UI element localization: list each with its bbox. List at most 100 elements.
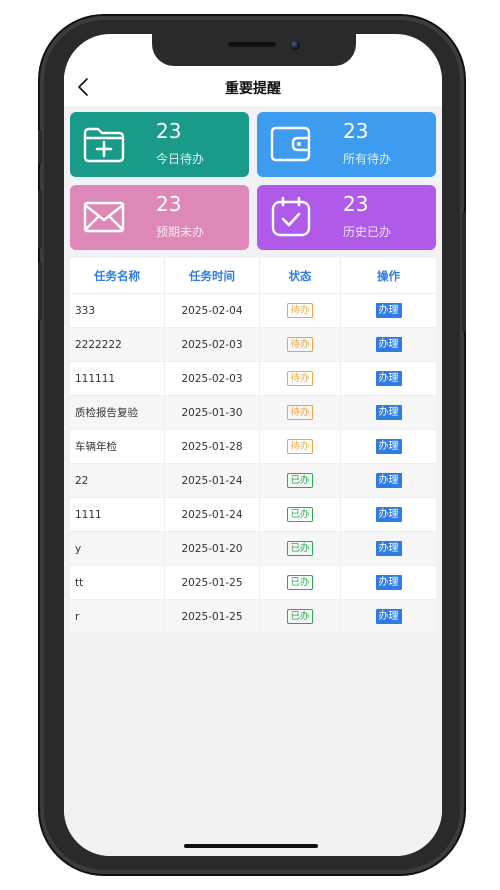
task-name-cell: 质检报告复验	[70, 396, 165, 429]
wallet-icon	[270, 126, 311, 162]
task-time: 2025-02-04	[181, 304, 243, 317]
task-action-cell: 办理	[341, 294, 436, 327]
handle-button[interactable]: 办理	[375, 371, 402, 386]
task-action-cell: 办理	[341, 464, 436, 497]
task-name: tt	[75, 576, 84, 589]
task-name: 111111	[75, 372, 116, 385]
task-time-cell: 2025-01-25	[165, 566, 260, 599]
task-name: 质检报告复验	[75, 407, 138, 419]
handle-button[interactable]: 办理	[375, 337, 402, 352]
table-row: r 2025-01-25 已办 办理	[70, 600, 436, 634]
task-time-cell: 2025-02-04	[165, 294, 260, 327]
task-time: 2025-01-24	[181, 474, 243, 487]
task-time: 2025-02-03	[181, 372, 243, 385]
status-badge: 已办	[287, 473, 313, 488]
table-row: 质检报告复验 2025-01-30 待办 办理	[70, 396, 436, 430]
column-header-status: 状态	[260, 258, 341, 293]
task-name: y	[75, 542, 82, 555]
task-status-cell: 已办	[260, 464, 341, 497]
task-status-cell: 待办	[260, 294, 341, 327]
table-row: y 2025-01-20 已办 办理	[70, 532, 436, 566]
calendar-check-icon	[271, 196, 311, 237]
task-time-cell: 2025-02-03	[165, 328, 260, 361]
task-status-cell: 待办	[260, 396, 341, 429]
task-time: 2025-01-25	[181, 610, 243, 623]
status-badge: 待办	[287, 303, 313, 318]
status-badge: 待办	[287, 405, 313, 420]
task-status-cell: 待办	[260, 430, 341, 463]
table-body: 333 2025-02-04 待办 办理 2222222 2025-02-03 待办 办理 11…	[70, 294, 436, 634]
task-action-cell: 办理	[341, 498, 436, 531]
task-time-cell: 2025-01-24	[165, 464, 260, 497]
column-header-name: 任务名称	[70, 258, 165, 293]
app-screen: 重要提醒 23 今日待办 23 所有待办 23 预期未办 23 历史已办 任务名…	[64, 34, 442, 856]
card-label: 今日待办	[156, 152, 205, 166]
status-badge: 已办	[287, 575, 313, 590]
task-name-cell: 车辆年检	[70, 430, 165, 463]
handle-button[interactable]: 办理	[375, 303, 402, 318]
card-history-done[interactable]: 23 历史已办	[257, 185, 436, 250]
handle-button[interactable]: 办理	[375, 405, 402, 420]
task-name-cell: 333	[70, 294, 165, 327]
task-name: 22	[75, 474, 89, 487]
task-name: 1111	[75, 508, 102, 521]
summary-cards: 23 今日待办 23 所有待办 23 预期未办 23 历史已办	[70, 112, 436, 252]
card-count: 23	[343, 119, 369, 143]
task-name: 车辆年检	[75, 441, 117, 453]
task-time-cell: 2025-01-30	[165, 396, 260, 429]
notch	[152, 34, 356, 66]
card-today-pending[interactable]: 23 今日待办	[70, 112, 249, 177]
handle-button[interactable]: 办理	[375, 609, 402, 624]
home-indicator[interactable]	[184, 844, 318, 848]
task-action-cell: 办理	[341, 600, 436, 633]
handle-button[interactable]: 办理	[375, 541, 402, 556]
handle-button[interactable]: 办理	[375, 575, 402, 590]
task-name-cell: y	[70, 532, 165, 565]
task-time: 2025-01-28	[181, 440, 243, 453]
table-header-row: 任务名称 任务时间 状态 操作	[70, 258, 436, 294]
task-name-cell: tt	[70, 566, 165, 599]
handle-button[interactable]: 办理	[375, 439, 402, 454]
power-button	[462, 212, 466, 332]
handle-button[interactable]: 办理	[375, 473, 402, 488]
page-title: 重要提醒	[225, 81, 281, 97]
task-action-cell: 办理	[341, 566, 436, 599]
status-badge: 待办	[287, 439, 313, 454]
task-name: r	[75, 610, 80, 623]
task-name-cell: 1111	[70, 498, 165, 531]
status-badge: 已办	[287, 609, 313, 624]
card-count: 23	[156, 119, 182, 143]
column-header-time: 任务时间	[165, 258, 260, 293]
task-time-cell: 2025-01-24	[165, 498, 260, 531]
task-name-cell: 2222222	[70, 328, 165, 361]
task-time: 2025-01-24	[181, 508, 243, 521]
task-time-cell: 2025-01-25	[165, 600, 260, 633]
handle-button[interactable]: 办理	[375, 507, 402, 522]
card-count: 23	[156, 192, 182, 216]
task-time-cell: 2025-02-03	[165, 362, 260, 395]
volume-up-button	[38, 190, 42, 248]
status-badge: 待办	[287, 371, 313, 386]
status-badge: 已办	[287, 507, 313, 522]
task-time: 2025-01-20	[181, 542, 243, 555]
task-status-cell: 已办	[260, 600, 341, 633]
card-label: 所有待办	[343, 152, 392, 166]
nav-bar: 重要提醒	[64, 72, 442, 106]
task-action-cell: 办理	[341, 396, 436, 429]
mail-icon	[83, 201, 125, 233]
card-label: 预期未办	[156, 225, 205, 239]
task-name: 2222222	[75, 338, 122, 351]
task-name-cell: r	[70, 600, 165, 633]
content-area: 23 今日待办 23 所有待办 23 预期未办 23 历史已办 任务名称 任务时…	[64, 106, 442, 856]
front-camera	[290, 40, 300, 50]
status-badge: 待办	[287, 337, 313, 352]
card-all-pending[interactable]: 23 所有待办	[257, 112, 436, 177]
task-time-cell: 2025-01-20	[165, 532, 260, 565]
volume-down-button	[38, 262, 42, 320]
card-overdue[interactable]: 23 预期未办	[70, 185, 249, 250]
mute-switch	[38, 130, 42, 164]
table-row: 333 2025-02-04 待办 办理	[70, 294, 436, 328]
task-action-cell: 办理	[341, 362, 436, 395]
task-time: 2025-02-03	[181, 338, 243, 351]
task-time-cell: 2025-01-28	[165, 430, 260, 463]
